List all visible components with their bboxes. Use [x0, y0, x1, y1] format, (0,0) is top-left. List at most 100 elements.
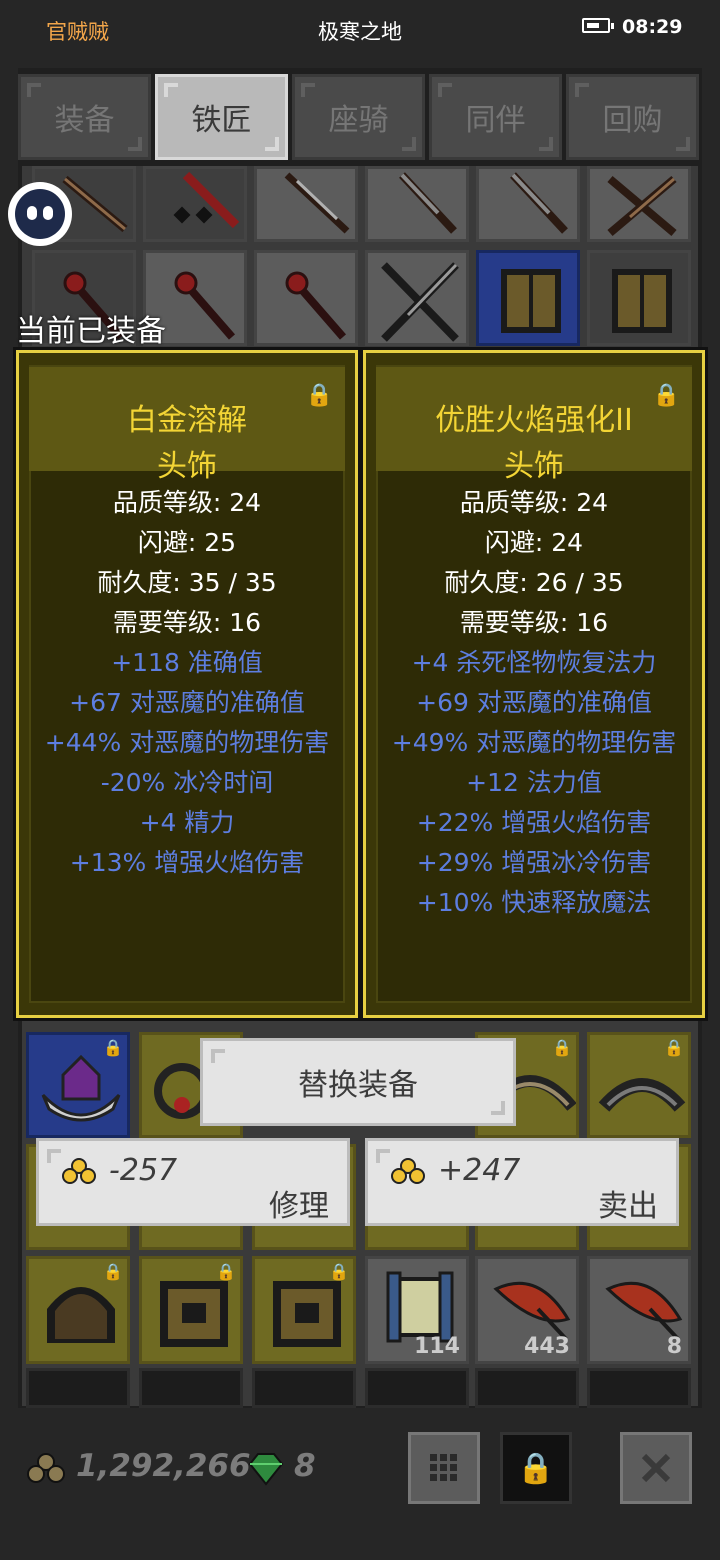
item-count: 443	[524, 1334, 570, 1359]
lock-icon[interactable]: 🔒	[653, 383, 680, 408]
tab-companion[interactable]: 同伴	[429, 74, 562, 160]
tab-label: 装备	[54, 103, 115, 138]
tab-corner	[164, 83, 178, 97]
item-name: 白金溶解	[127, 403, 247, 438]
grid-view-button[interactable]	[408, 1432, 480, 1504]
inventory-slot-helmet[interactable]: 🔒	[26, 1256, 130, 1364]
chest-armor-icon	[612, 269, 672, 333]
sell-label: 卖出	[598, 1189, 658, 1224]
tab-equipment[interactable]: 装备	[18, 74, 151, 160]
stat-quality: 品质等级: 24	[112, 488, 262, 517]
tab-buyback[interactable]: 回购	[566, 74, 699, 160]
inventory-slot-scroll[interactable]: 114	[365, 1256, 469, 1364]
dagger-icon	[284, 172, 350, 234]
sell-button[interactable]: +247 卖出	[365, 1138, 679, 1226]
sell-price: +247	[438, 1153, 521, 1188]
equipped-label: 当前已装备	[16, 314, 166, 349]
inventory-slot-empty[interactable]	[365, 1368, 469, 1408]
inventory-slot-empty[interactable]	[587, 1368, 691, 1408]
lock-button[interactable]: 🔒	[500, 1432, 572, 1504]
crossed-swords-icon	[381, 262, 459, 342]
item-stats: 品质等级: 24 闪避: 25 耐久度: 35 / 35 需要等级: 16 +1…	[19, 483, 355, 883]
inventory-slot-feather[interactable]: 443	[475, 1256, 579, 1364]
tab-corner	[128, 137, 142, 151]
tab-corner	[438, 83, 452, 97]
gold-coins-icon	[391, 1158, 425, 1184]
lock-icon: 🔒	[517, 1450, 555, 1486]
lock-icon: 🔒	[329, 1262, 349, 1281]
item-count: 114	[414, 1334, 460, 1359]
tab-mount[interactable]: 座骑	[292, 74, 425, 160]
item-slot: 头饰	[504, 449, 564, 484]
item-mod: +10% 快速释放魔法	[416, 888, 652, 917]
avatar-face-icon	[15, 189, 65, 239]
inventory-slot-staff[interactable]	[143, 166, 247, 242]
replace-equipment-button[interactable]: 替换装备	[200, 1038, 516, 1126]
item-card-new: 优胜火焰强化II 头饰 🔒 品质等级: 24 闪避: 24 耐久度: 26 / …	[363, 350, 705, 1018]
item-mod: +49% 对恶魔的物理伤害	[391, 728, 677, 757]
item-mod: +22% 增强火焰伤害	[416, 808, 652, 837]
stat-quality: 品质等级: 24	[459, 488, 609, 517]
inventory-slot-chest-armor[interactable]	[587, 250, 691, 346]
inventory-slot-crossed-weapons[interactable]	[365, 250, 469, 346]
inventory-slot-helmet[interactable]: 🔒	[26, 1032, 130, 1138]
lock-icon[interactable]: 🔒	[306, 383, 333, 408]
staff-icon	[173, 171, 240, 229]
stat-durability: 耐久度: 26 / 35	[444, 568, 624, 597]
close-button[interactable]	[620, 1432, 692, 1504]
item-mod: +12 法力值	[466, 768, 602, 797]
repair-button[interactable]: -257 修理	[36, 1138, 350, 1226]
inventory-slot-dagger[interactable]	[254, 166, 358, 242]
item-mod: +44% 对恶魔的物理伤害	[44, 728, 330, 757]
inventory-slot-feather[interactable]: 8	[587, 1256, 691, 1364]
close-icon	[641, 1453, 671, 1483]
tab-corner	[575, 83, 589, 97]
inventory-slot-spear[interactable]	[365, 166, 469, 242]
inventory-slot-empty[interactable]	[252, 1368, 356, 1408]
inventory-slot-empty[interactable]	[26, 1368, 130, 1408]
tab-corner	[301, 83, 315, 97]
item-stats: 品质等级: 24 闪避: 24 耐久度: 26 / 35 需要等级: 16 +4…	[366, 483, 702, 923]
spear-icon	[399, 172, 457, 234]
inventory-slot-empty[interactable]	[475, 1368, 579, 1408]
lock-icon: 🔒	[216, 1262, 236, 1281]
stat-evasion: 闪避: 24	[484, 528, 584, 557]
tab-label: 座骑	[328, 103, 389, 138]
gold-coins-icon	[62, 1158, 96, 1184]
stat-evasion: 闪避: 25	[137, 528, 237, 557]
battery-icon	[582, 18, 614, 33]
repair-cost: -257	[109, 1153, 178, 1188]
tab-corner	[676, 137, 690, 151]
gem-amount: 8	[294, 1448, 316, 1484]
tab-blacksmith[interactable]: 铁匠	[155, 74, 288, 160]
inventory-slot-crossed-weapons[interactable]	[587, 166, 691, 242]
item-card-equipped: 白金溶解 头饰 🔒 品质等级: 24 闪避: 25 耐久度: 35 / 35 需…	[16, 350, 358, 1018]
tab-corner	[265, 137, 279, 151]
inventory-slot-ring[interactable]: 🔒	[587, 1032, 691, 1138]
lock-icon: 🔒	[103, 1262, 123, 1281]
repair-label: 修理	[269, 1189, 329, 1224]
assistant-avatar[interactable]	[8, 182, 72, 246]
item-mod: +69 对恶魔的准确值	[416, 688, 652, 717]
item-mod: +4 杀死怪物恢复法力	[411, 648, 657, 677]
clock: 08:29	[622, 16, 683, 38]
gold-coins-icon	[27, 1453, 65, 1483]
card-header: 白金溶解 头饰 🔒	[29, 367, 345, 484]
tab-label: 铁匠	[191, 103, 252, 138]
inventory-slot-chest-armor[interactable]	[476, 250, 580, 346]
item-mod: +4 精力	[139, 808, 235, 837]
tab-label: 同伴	[465, 103, 526, 138]
inventory-slot-shield[interactable]: 🔒	[139, 1256, 243, 1364]
inventory-slot-empty[interactable]	[139, 1368, 243, 1408]
status-bar: 官贼贼 极寒之地 08:29	[0, 0, 720, 58]
stat-durability: 耐久度: 35 / 35	[97, 568, 277, 597]
lock-icon: 🔒	[664, 1038, 684, 1057]
button-corner	[47, 1149, 61, 1163]
location-title: 极寒之地	[318, 20, 402, 44]
inventory-slot-shield[interactable]: 🔒	[252, 1256, 356, 1364]
stat-required-level: 需要等级: 16	[459, 608, 609, 637]
item-slot: 头饰	[157, 449, 217, 484]
inventory-slot-mace[interactable]	[254, 250, 358, 346]
replace-label: 替换装备	[298, 1068, 418, 1103]
inventory-slot-spear[interactable]	[476, 166, 580, 242]
